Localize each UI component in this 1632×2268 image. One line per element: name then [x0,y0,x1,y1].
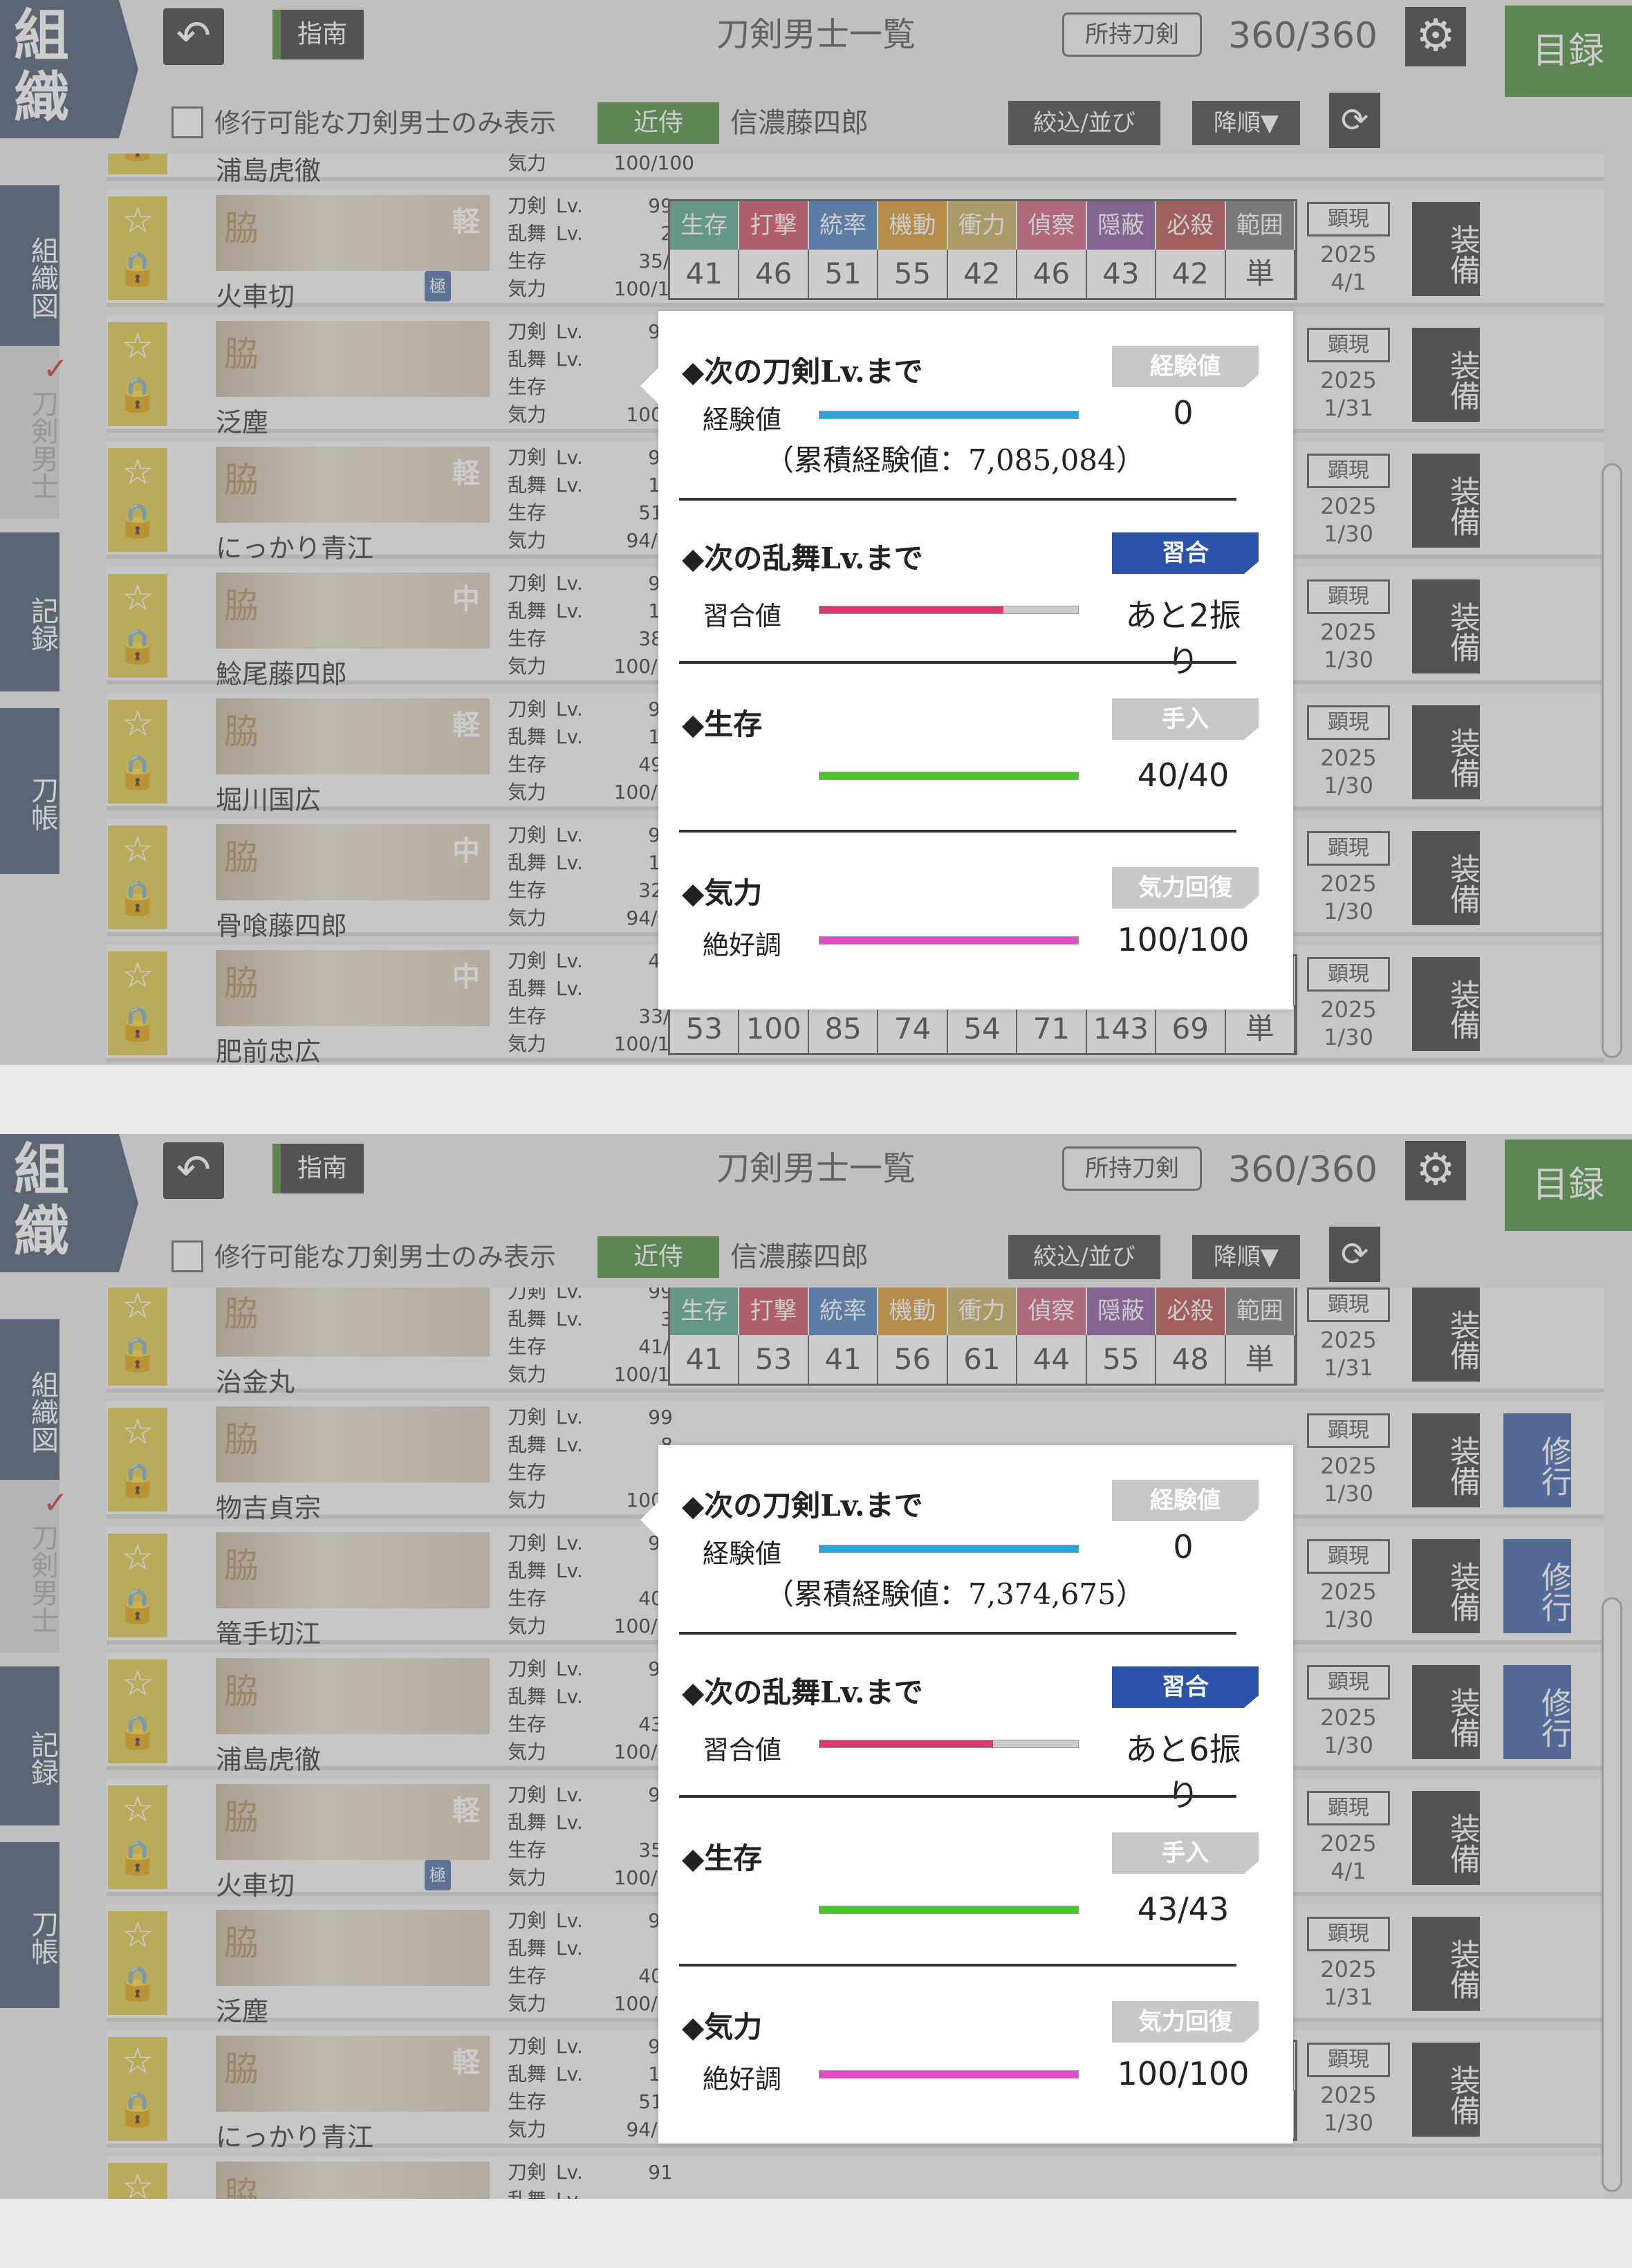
morale-value: 100/100 [1117,921,1250,958]
repair-button[interactable]: 手入 [1112,698,1259,740]
exp-value: 0 [1173,394,1194,431]
exp-section: ◆次の刀剣Lv.まで 経験値 経験値 0 （累積経験値：7,374,675） [682,1480,1271,1635]
fusion-value: あと2振り [1125,597,1241,680]
morale-bar [819,936,1079,945]
sword-list-panel: 組 織 ↶ 指南 刀剣男士一覧 所持刀剣 360/360 ⚙ 目録 修行可能な刀… [0,1134,1632,2199]
popup-pointer [640,368,658,404]
hp-section: ◆生存 手入 43/43 [682,1832,1271,1960]
exp-label: 経験値 [703,405,782,435]
fusion-button[interactable]: 習合 [1112,532,1259,574]
next-ranbu-lv-heading: ◆次の乱舞Lv.まで [682,541,923,575]
fusion-button[interactable]: 習合 [1112,1666,1259,1708]
next-sword-lv-heading: ◆次の刀剣Lv.まで [682,1489,923,1523]
fusion-label: 習合値 [703,601,782,631]
exp-bar [819,1545,1079,1553]
divider [679,1632,1236,1635]
exp-label: 経験値 [703,1539,782,1569]
divider [679,1795,1236,1798]
repair-button[interactable]: 手入 [1112,1832,1259,1874]
divider [679,661,1236,664]
morale-bar [819,2070,1079,2079]
fusion-label: 習合値 [703,1735,782,1765]
morale-recover-button[interactable]: 気力回復 [1112,867,1259,909]
exp-bar [819,411,1079,419]
fusion-value: あと6振り [1125,1731,1241,1814]
cumulative-exp: （累積経験値：7,085,084） [765,443,1145,477]
fusion-bar [819,1740,1079,1748]
exp-button[interactable]: 経験値 [1112,346,1259,387]
fusion-bar [819,606,1079,614]
divider [679,830,1236,833]
exp-button[interactable]: 経験値 [1112,1480,1259,1521]
exp-value: 0 [1173,1528,1194,1565]
ranbu-section: ◆次の乱舞Lv.まで 習合 習合値 あと6振り [682,1666,1271,1814]
sword-list-panel: 組 織 ↶ 指南 刀剣男士一覧 所持刀剣 360/360 ⚙ 目録 修行可能な刀… [0,0,1632,1065]
hp-section: ◆生存 手入 40/40 [682,698,1271,826]
divider [679,498,1236,501]
next-sword-lv-heading: ◆次の刀剣Lv.まで [682,355,923,389]
morale-value: 100/100 [1117,2055,1250,2092]
hp-bar [819,772,1079,780]
morale-label: 絶好調 [703,930,782,960]
divider [679,1964,1236,1967]
morale-section: ◆気力 気力回復 絶好調 100/100 [682,867,1271,994]
ranbu-section: ◆次の乱舞Lv.まで 習合 習合値 あと2振り [682,532,1271,680]
cumulative-exp: （累積経験値：7,374,675） [765,1577,1145,1611]
hp-value: 40/40 [1137,756,1230,794]
popup-pointer [640,1502,658,1538]
morale-section: ◆気力 気力回復 絶好調 100/100 [682,2001,1271,2128]
hp-heading: ◆生存 [682,707,763,741]
exp-section: ◆次の刀剣Lv.まで 経験値 経験値 0 （累積経験値：7,085,084） [682,346,1271,501]
hp-value: 43/43 [1137,1890,1230,1928]
next-ranbu-lv-heading: ◆次の乱舞Lv.まで [682,1675,923,1709]
status-popup: ◆次の刀剣Lv.まで 経験値 経験値 0 （累積経験値：7,374,675） ◆… [640,1445,1293,2144]
morale-label: 絶好調 [703,2064,782,2094]
hp-bar [819,1906,1079,1914]
status-popup: ◆次の刀剣Lv.まで 経験値 経験値 0 （累積経験値：7,085,084） ◆… [640,311,1293,1010]
morale-heading: ◆気力 [682,876,763,910]
morale-heading: ◆気力 [682,2010,763,2044]
morale-recover-button[interactable]: 気力回復 [1112,2001,1259,2043]
hp-heading: ◆生存 [682,1841,763,1875]
